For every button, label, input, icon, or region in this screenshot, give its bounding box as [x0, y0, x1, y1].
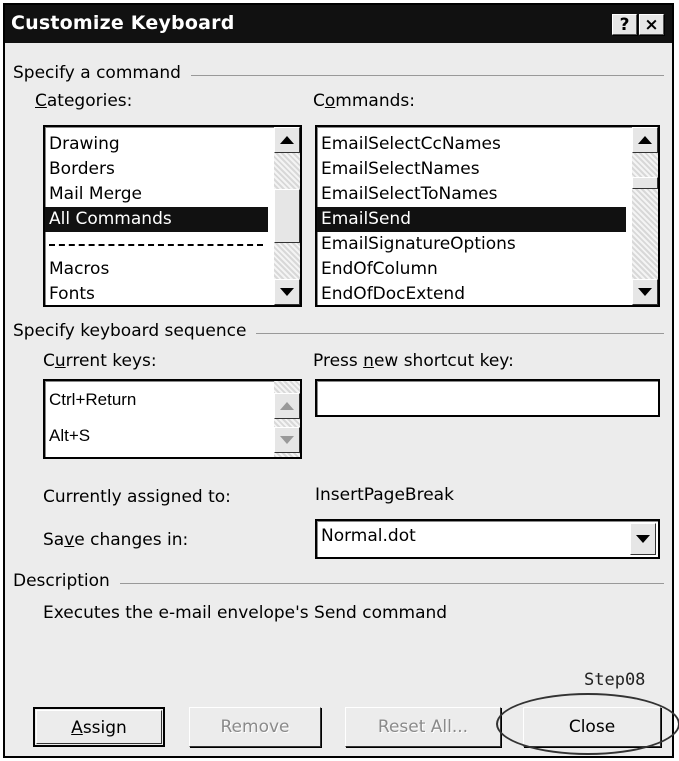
commands-listbox[interactable]: EmailSelectCcNames EmailSelectNames Emai… — [315, 125, 660, 307]
list-item[interactable]: EndOfColumn — [321, 257, 438, 282]
categories-scrollbar[interactable] — [274, 127, 300, 305]
scroll-thumb[interactable] — [274, 189, 300, 243]
dialog-title: Customize Keyboard — [11, 12, 235, 34]
group-label-command: Specify a command — [13, 63, 191, 83]
save-in-label: Save changes in: — [43, 530, 189, 550]
list-item[interactable]: EndOfDocExtend — [321, 282, 465, 305]
new-shortcut-label: Press new shortcut key: — [313, 351, 514, 371]
chevron-down-icon — [636, 535, 650, 543]
commands-scrollbar[interactable] — [632, 127, 658, 305]
assigned-value: InsertPageBreak — [315, 485, 454, 505]
list-divider — [49, 244, 263, 247]
scroll-up-button[interactable] — [632, 127, 658, 153]
categories-listbox[interactable]: Drawing Borders Mail Merge All Commands … — [43, 125, 302, 307]
customize-keyboard-dialog: Customize Keyboard ? × Specify a command… — [3, 3, 674, 758]
current-keys-label: Current keys: — [43, 351, 157, 371]
scroll-down-button[interactable] — [274, 279, 300, 305]
dropdown-button[interactable] — [630, 523, 656, 555]
scroll-up-button[interactable] — [274, 127, 300, 153]
categories-label: Categories: — [35, 91, 133, 111]
scroll-thumb[interactable] — [632, 177, 658, 189]
arrow-up-icon — [280, 402, 294, 410]
scroll-up-button[interactable] — [274, 393, 300, 419]
highlight-ellipse — [496, 693, 679, 755]
arrow-up-icon — [638, 136, 652, 144]
list-item[interactable]: Macros — [49, 257, 109, 282]
arrow-down-icon — [638, 288, 652, 296]
list-item-selected[interactable]: EmailSend — [317, 207, 626, 232]
list-item[interactable]: Ctrl+Return — [49, 387, 136, 412]
description-text: Executes the e-mail envelope's Send comm… — [43, 603, 448, 623]
group-label-keyboard: Specify keyboard sequence — [13, 321, 257, 341]
save-in-value: Normal.dot — [321, 526, 416, 546]
list-item[interactable]: EmailSignatureOptions — [321, 232, 516, 257]
reset-all-button[interactable]: Reset All... — [345, 707, 501, 747]
list-item[interactable]: EmailSelectToNames — [321, 182, 498, 207]
group-label-description: Description — [13, 571, 120, 591]
arrow-up-icon — [280, 136, 294, 144]
arrow-down-icon — [280, 288, 294, 296]
list-item[interactable]: Alt+S — [49, 423, 90, 448]
list-item[interactable]: Fonts — [49, 282, 95, 305]
step-annotation: Step08 — [584, 670, 646, 690]
list-item[interactable]: Borders — [49, 157, 115, 182]
scroll-down-button[interactable] — [274, 427, 300, 453]
close-window-button[interactable]: × — [639, 14, 664, 35]
list-item[interactable]: EmailSelectCcNames — [321, 132, 501, 157]
title-bar[interactable]: Customize Keyboard ? × — [5, 5, 672, 43]
arrow-down-icon — [280, 436, 294, 444]
remove-button[interactable]: Remove — [189, 707, 321, 747]
list-item[interactable]: Mail Merge — [49, 182, 142, 207]
scroll-down-button[interactable] — [632, 279, 658, 305]
help-button[interactable]: ? — [612, 14, 637, 35]
assigned-label: Currently assigned to: — [43, 487, 231, 507]
current-keys-scrollbar[interactable] — [274, 381, 300, 457]
list-item[interactable]: Drawing — [49, 132, 120, 157]
new-shortcut-input[interactable] — [315, 379, 660, 417]
list-item[interactable]: EmailSelectNames — [321, 157, 480, 182]
commands-label: Commands: — [313, 91, 415, 111]
list-item-selected[interactable]: All Commands — [45, 207, 268, 232]
assign-button[interactable]: Assign — [33, 707, 165, 747]
save-in-select[interactable]: Normal.dot — [315, 519, 660, 559]
assign-button-label: Assign — [71, 718, 127, 738]
current-keys-listbox[interactable]: Ctrl+Return Alt+S — [43, 379, 302, 459]
